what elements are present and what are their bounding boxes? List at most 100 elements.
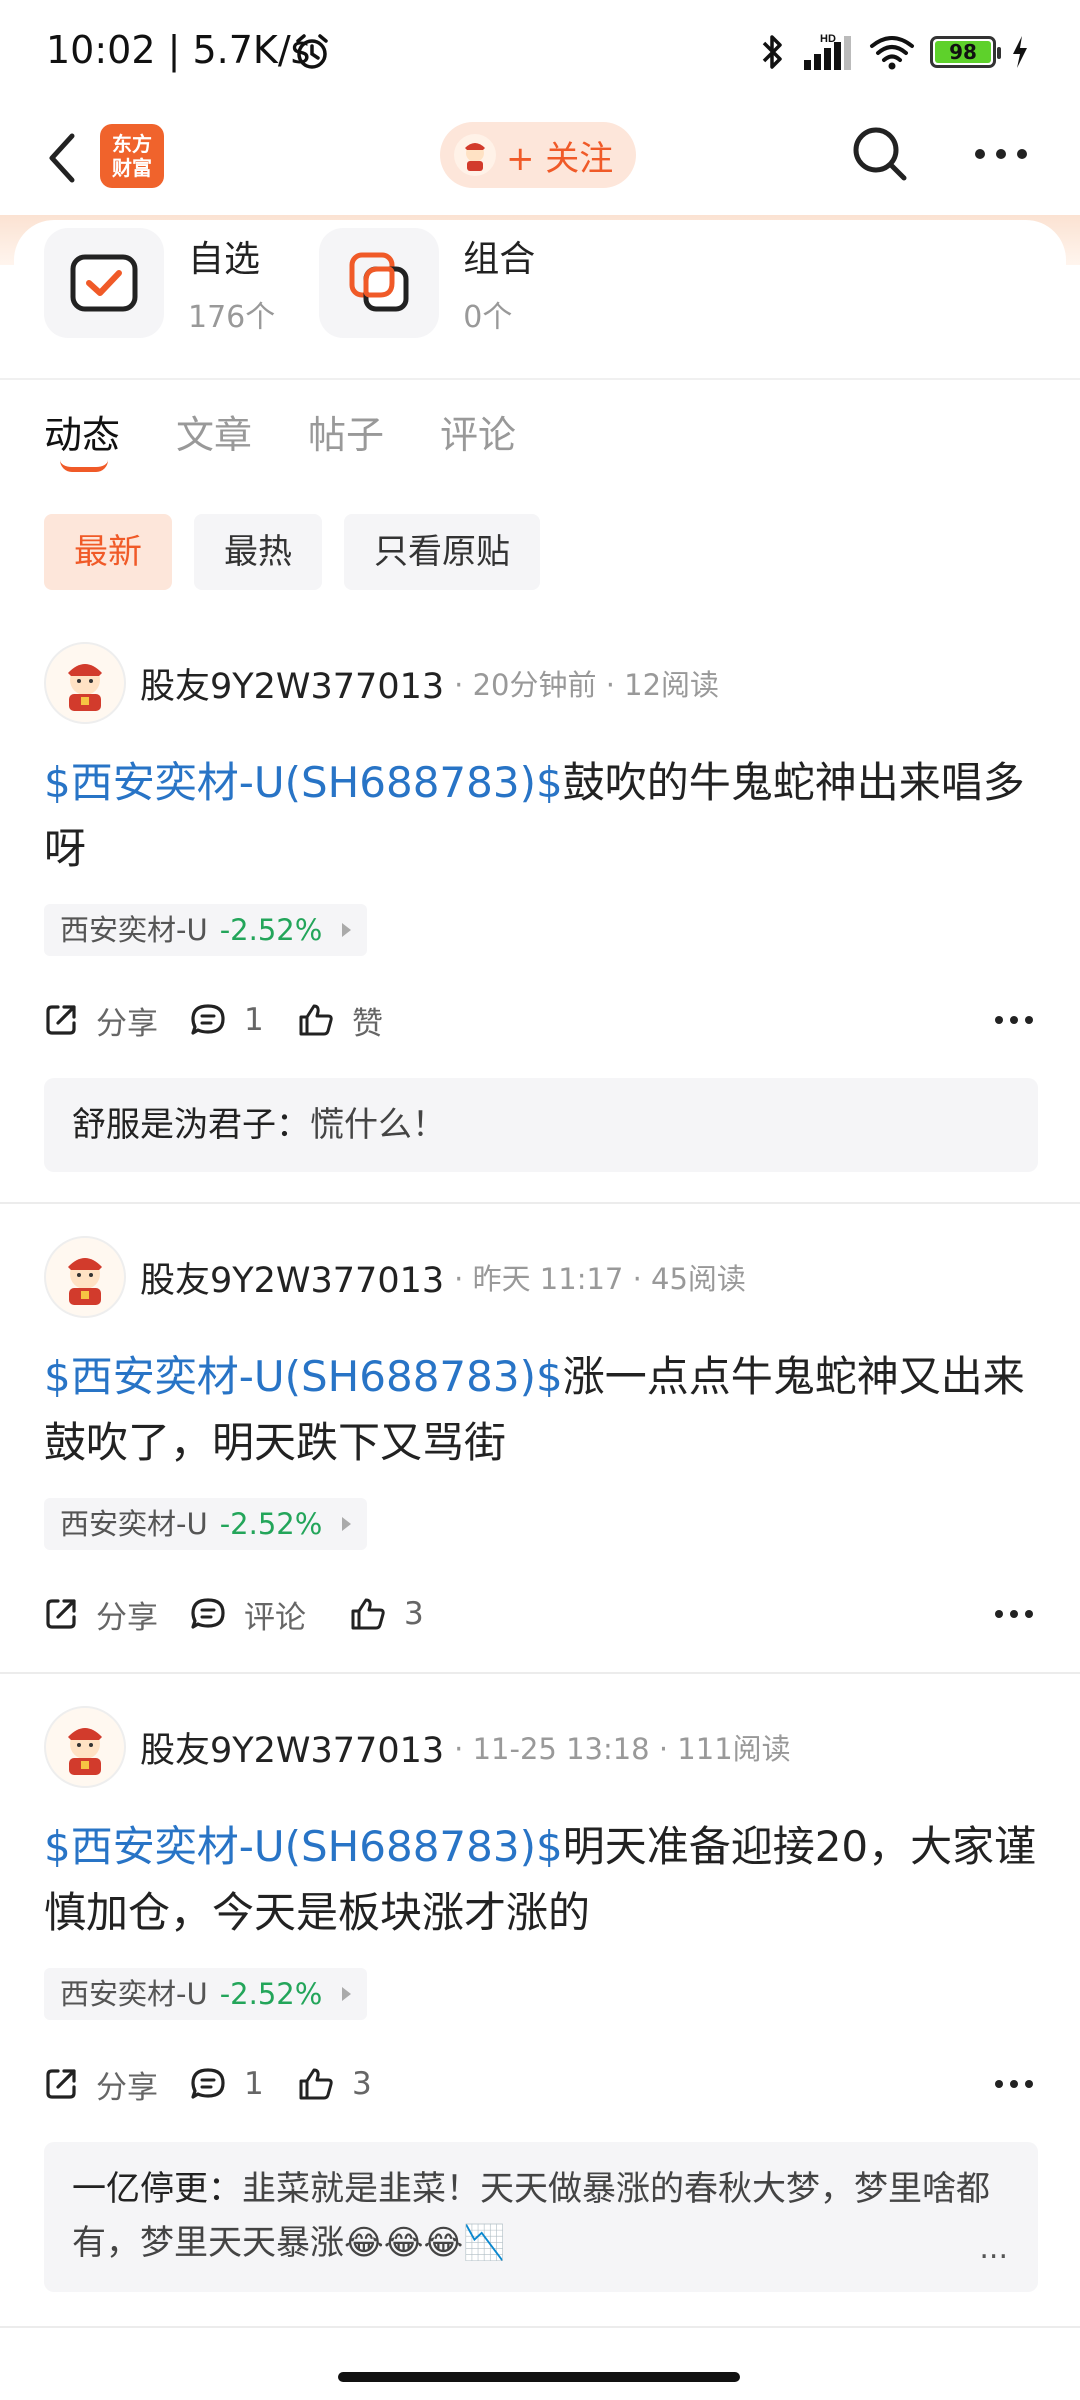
portfolio-icon xyxy=(349,252,409,312)
more-icon[interactable] xyxy=(994,1014,1034,1026)
thumbs-up-icon xyxy=(299,1004,333,1036)
share-button[interactable]: 分享 xyxy=(44,2054,158,2114)
avatar[interactable] xyxy=(44,1706,126,1788)
comment-icon xyxy=(191,1004,225,1035)
status-bar: 10:02 | 5.7K/s HD 98 xyxy=(0,0,1080,100)
portfolio-shortcut[interactable]: 组合 0个 xyxy=(319,228,535,338)
more-icon[interactable] xyxy=(994,1608,1034,1620)
signal-icon: HD xyxy=(804,33,851,70)
avatar[interactable] xyxy=(44,642,126,724)
watchlist-shortcut[interactable]: 自选 176个 xyxy=(44,228,275,338)
caishen-avatar-icon xyxy=(68,664,102,711)
filter-original-only[interactable]: 只看原贴 xyxy=(344,514,540,590)
reply-more[interactable]: ... xyxy=(979,2222,1008,2276)
post-content[interactable]: $西安奕材-U(SH688783)$鼓吹的牛鬼蛇神出来唱多呀 xyxy=(44,750,1044,882)
author-name[interactable]: 股友9Y2W377013 xyxy=(140,658,444,709)
post-actions: 分享 评论 3 xyxy=(44,1584,1044,1644)
filter-chips: 最新 最热 只看原贴 xyxy=(44,514,540,590)
post-header: 股友9Y2W377013 · 昨天 11:17 · 45阅读 xyxy=(44,1236,746,1318)
post-meta: · 20分钟前 · 12阅读 xyxy=(454,668,720,702)
post-content[interactable]: $西安奕材-U(SH688783)$涨一点点牛鬼蛇神又出来鼓吹了，明天跌下又骂街 xyxy=(44,1344,1044,1476)
stock-link[interactable]: $西安奕材-U(SH688783)$ xyxy=(44,1822,563,1871)
status-icons: HD 98 xyxy=(758,30,1030,74)
caishen-avatar-icon xyxy=(465,143,485,171)
shortcut-tiles: 自选 176个 组合 0个 xyxy=(44,228,579,338)
screen: 10:02 | 5.7K/s HD 98 东方 财富 + 关注 自选 176个 … xyxy=(0,0,1080,2400)
like-button[interactable]: 赞 xyxy=(298,990,383,1050)
comment-button[interactable]: 评论 xyxy=(190,1584,306,1644)
comment-icon xyxy=(191,1598,225,1629)
stock-link[interactable]: $西安奕材-U(SH688783)$ xyxy=(44,758,563,807)
battery-icon: 98 xyxy=(930,36,1001,68)
post-actions: 分享 1 3 xyxy=(44,2054,1044,2114)
chevron-right-icon xyxy=(342,923,352,937)
thumbs-up-icon xyxy=(299,2068,333,2100)
more-icon[interactable] xyxy=(994,2078,1034,2090)
share-button[interactable]: 分享 xyxy=(44,1584,158,1644)
post-content[interactable]: $西安奕材-U(SH688783)$明天准备迎接20，大家谨慎加仓，今天是板块涨… xyxy=(44,1814,1044,1946)
post-meta: · 昨天 11:17 · 45阅读 xyxy=(454,1262,746,1296)
stock-tag[interactable]: 西安奕材-U -2.52% xyxy=(44,1968,368,2020)
active-tab-indicator xyxy=(60,460,108,472)
tab-comments[interactable]: 评论 xyxy=(440,404,516,478)
post-meta: · 11-25 13:18 · 111阅读 xyxy=(454,1732,791,1766)
post-2[interactable]: 股友9Y2W377013 · 昨天 11:17 · 45阅读 $西安奕材-U(S… xyxy=(0,1236,1080,1672)
tab-activity[interactable]: 动态 xyxy=(44,404,120,478)
stock-change: -2.52% xyxy=(219,913,323,947)
watchlist-count: 176个 xyxy=(188,300,276,335)
charging-icon xyxy=(1013,36,1027,68)
chevron-right-icon xyxy=(342,1987,352,2001)
wifi-icon xyxy=(870,36,914,70)
checkbox-icon xyxy=(70,254,138,312)
nav-bar: 东方 财富 + 关注 xyxy=(0,100,1080,220)
watchlist-title: 自选 xyxy=(188,239,261,280)
bluetooth-icon xyxy=(762,35,782,69)
reply-user[interactable]: 舒服是沩君子： xyxy=(72,1105,310,1145)
content-tabs: 动态 文章 帖子 评论 xyxy=(44,404,572,478)
top-reply[interactable]: 一亿停更：韭菜就是韭菜！天天做暴涨的春秋大梦，梦里啥都有，梦里天天暴涨😂😂😂📉 … xyxy=(44,2142,1038,2292)
filter-latest[interactable]: 最新 xyxy=(44,514,172,590)
post-1[interactable]: 股友9Y2W377013 · 20分钟前 · 12阅读 $西安奕材-U(SH68… xyxy=(0,642,1080,1202)
portfolio-count: 0个 xyxy=(463,300,513,335)
battery-level: 98 xyxy=(935,41,991,63)
author-name[interactable]: 股友9Y2W377013 xyxy=(140,1252,444,1303)
stock-tag[interactable]: 西安奕材-U -2.52% xyxy=(44,904,368,956)
post-divider xyxy=(0,1672,1080,1674)
stock-change: -2.52% xyxy=(219,1507,323,1541)
reply-user[interactable]: 一亿停更： xyxy=(72,2169,242,2209)
share-button[interactable]: 分享 xyxy=(44,990,158,1050)
chevron-right-icon xyxy=(342,1517,352,1531)
comment-button[interactable]: 1 xyxy=(190,2054,264,2114)
svg-text:HD: HD xyxy=(820,33,836,45)
app-logo: 东方 财富 xyxy=(100,124,164,188)
search-icon[interactable] xyxy=(848,122,912,186)
follow-label: + 关注 xyxy=(506,138,614,179)
alarm-icon xyxy=(296,34,328,69)
post-actions: 分享 1 赞 xyxy=(44,990,1044,1050)
divider xyxy=(0,378,1080,380)
mini-avatar xyxy=(454,134,496,176)
author-name[interactable]: 股友9Y2W377013 xyxy=(140,1722,444,1773)
post-3[interactable]: 股友9Y2W377013 · 11-25 13:18 · 111阅读 $西安奕材… xyxy=(0,1706,1080,2326)
avatar[interactable] xyxy=(44,1236,126,1318)
top-reply[interactable]: 舒服是沩君子：慌什么！ xyxy=(44,1078,1038,1172)
back-arrow-icon[interactable] xyxy=(42,128,82,188)
tab-articles[interactable]: 文章 xyxy=(176,404,252,478)
portfolio-title: 组合 xyxy=(463,239,536,280)
caishen-avatar-icon xyxy=(68,1258,102,1305)
stock-link[interactable]: $西安奕材-U(SH688783)$ xyxy=(44,1352,563,1401)
like-button[interactable]: 3 xyxy=(298,2054,372,2114)
home-indicator[interactable] xyxy=(338,2372,740,2382)
stock-tag[interactable]: 西安奕材-U -2.52% xyxy=(44,1498,368,1550)
more-options-icon[interactable] xyxy=(972,142,1030,166)
watchlist-tile-icon xyxy=(44,228,164,338)
tab-posts[interactable]: 帖子 xyxy=(308,404,384,478)
filter-hottest[interactable]: 最热 xyxy=(194,514,322,590)
caishen-avatar-icon xyxy=(68,1728,102,1775)
post-divider xyxy=(0,1202,1080,1204)
share-icon xyxy=(46,2069,76,2099)
like-button[interactable]: 3 xyxy=(350,1584,424,1644)
comment-button[interactable]: 1 xyxy=(190,990,264,1050)
status-time: 10:02 | 5.7K/s xyxy=(46,28,311,72)
follow-button[interactable]: + 关注 xyxy=(440,122,636,188)
